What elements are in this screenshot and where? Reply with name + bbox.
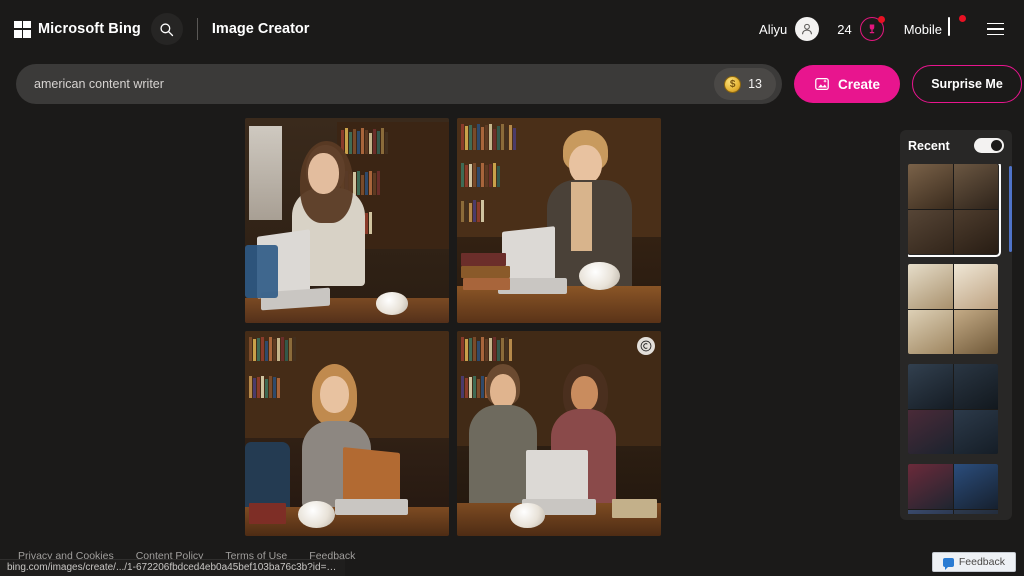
- trophy-glyph: [869, 24, 874, 34]
- prompt-field[interactable]: $ 13: [16, 64, 782, 104]
- recent-title: Recent: [908, 138, 950, 153]
- generated-image-4[interactable]: [457, 331, 661, 536]
- thumb-quadrant: [908, 509, 953, 514]
- coin-icon: $: [724, 75, 742, 93]
- phone-icon: [948, 15, 966, 40]
- rewards-button[interactable]: 24: [827, 16, 893, 41]
- thumb-quadrant: [953, 364, 998, 409]
- thumb-quadrant: [953, 464, 998, 509]
- cr-glyph: [640, 340, 652, 352]
- create-button[interactable]: Create: [794, 65, 900, 103]
- mobile-button[interactable]: Mobile: [894, 15, 972, 40]
- generated-image-1[interactable]: [245, 118, 449, 323]
- surprise-me-button[interactable]: Surprise Me: [912, 65, 1022, 103]
- search-input[interactable]: [34, 77, 715, 91]
- thumb-quadrant: [953, 409, 998, 454]
- thumb-quadrant: [908, 309, 953, 354]
- thumb-quadrant: [953, 309, 998, 354]
- header-divider: [196, 18, 198, 40]
- image-sparkle-icon: [815, 78, 829, 90]
- image-scene: [457, 331, 661, 536]
- main-content: Recent: [0, 112, 1024, 546]
- thumb-quadrant: [908, 409, 953, 454]
- prompt-bar: $ 13 Create Surprise Me: [0, 58, 1024, 110]
- recent-thumbnail-list[interactable]: [908, 164, 1006, 514]
- create-label: Create: [837, 76, 881, 92]
- search-icon[interactable]: [150, 13, 183, 45]
- recent-header: Recent: [908, 138, 1006, 153]
- footer: Privacy and Cookies Content Policy Terms…: [0, 546, 1024, 576]
- recent-panel: Recent: [900, 130, 1012, 520]
- rewards-trophy-icon: [859, 16, 885, 41]
- search-glyph: [160, 22, 174, 36]
- credits-boosts[interactable]: $ 13: [714, 68, 776, 100]
- image-scene: [245, 331, 449, 536]
- account-name: Aliyu: [759, 21, 788, 37]
- top-header: Microsoft Bing Image Creator Aliyu 24 Mo…: [0, 0, 1024, 58]
- generated-image-2[interactable]: [457, 118, 661, 323]
- app-title: Image Creator: [211, 21, 310, 37]
- feedback-button[interactable]: Feedback: [931, 552, 1016, 572]
- mobile-notification-dot: [959, 15, 966, 22]
- person-icon: [802, 23, 813, 35]
- thumb-quadrant: [953, 509, 998, 514]
- credits-count: 13: [748, 77, 762, 91]
- mobile-label: Mobile: [903, 21, 942, 37]
- thumb-quadrant: [908, 464, 953, 509]
- bing-brand-link[interactable]: Microsoft Bing: [14, 20, 141, 38]
- thumb-quadrant: [908, 209, 953, 254]
- avatar: [795, 17, 820, 41]
- image-scene: [457, 118, 661, 323]
- rewards-count: 24: [837, 21, 852, 37]
- brand-label: Microsoft Bing: [38, 21, 141, 37]
- thumb-quadrant: [908, 164, 953, 209]
- toggle-knob: [991, 140, 1002, 151]
- image-scene: [245, 118, 449, 323]
- thumb-quadrant: [908, 264, 953, 309]
- thumb-quadrant: [953, 164, 998, 209]
- hamburger-menu-icon[interactable]: [980, 14, 1010, 44]
- thumb-quadrant: [908, 364, 953, 409]
- rewards-notification-dot: [877, 16, 885, 23]
- microsoft-logo-icon: [14, 20, 31, 38]
- recent-thumbnail-2[interactable]: [908, 364, 998, 454]
- account-button[interactable]: Aliyu: [751, 17, 827, 41]
- feedback-label: Feedback: [958, 556, 1005, 568]
- ai-content-credentials-icon[interactable]: [637, 337, 655, 355]
- recent-thumbnail-0[interactable]: [908, 164, 1001, 257]
- generated-image-3[interactable]: [245, 331, 449, 536]
- status-bar-url: bing.com/images/create/.../1-672206fbdce…: [0, 559, 345, 576]
- header-actions: Aliyu 24 Mobile: [751, 14, 1010, 44]
- results-grid: [245, 118, 661, 536]
- thumb-quadrant: [953, 209, 998, 254]
- recent-scrollbar[interactable]: [1009, 166, 1012, 252]
- recent-thumbnail-3[interactable]: [908, 464, 998, 514]
- recent-thumbnail-1[interactable]: [908, 264, 998, 354]
- speech-bubble-icon: [942, 557, 954, 570]
- recent-toggle[interactable]: [974, 138, 1004, 153]
- thumb-quadrant: [953, 264, 998, 309]
